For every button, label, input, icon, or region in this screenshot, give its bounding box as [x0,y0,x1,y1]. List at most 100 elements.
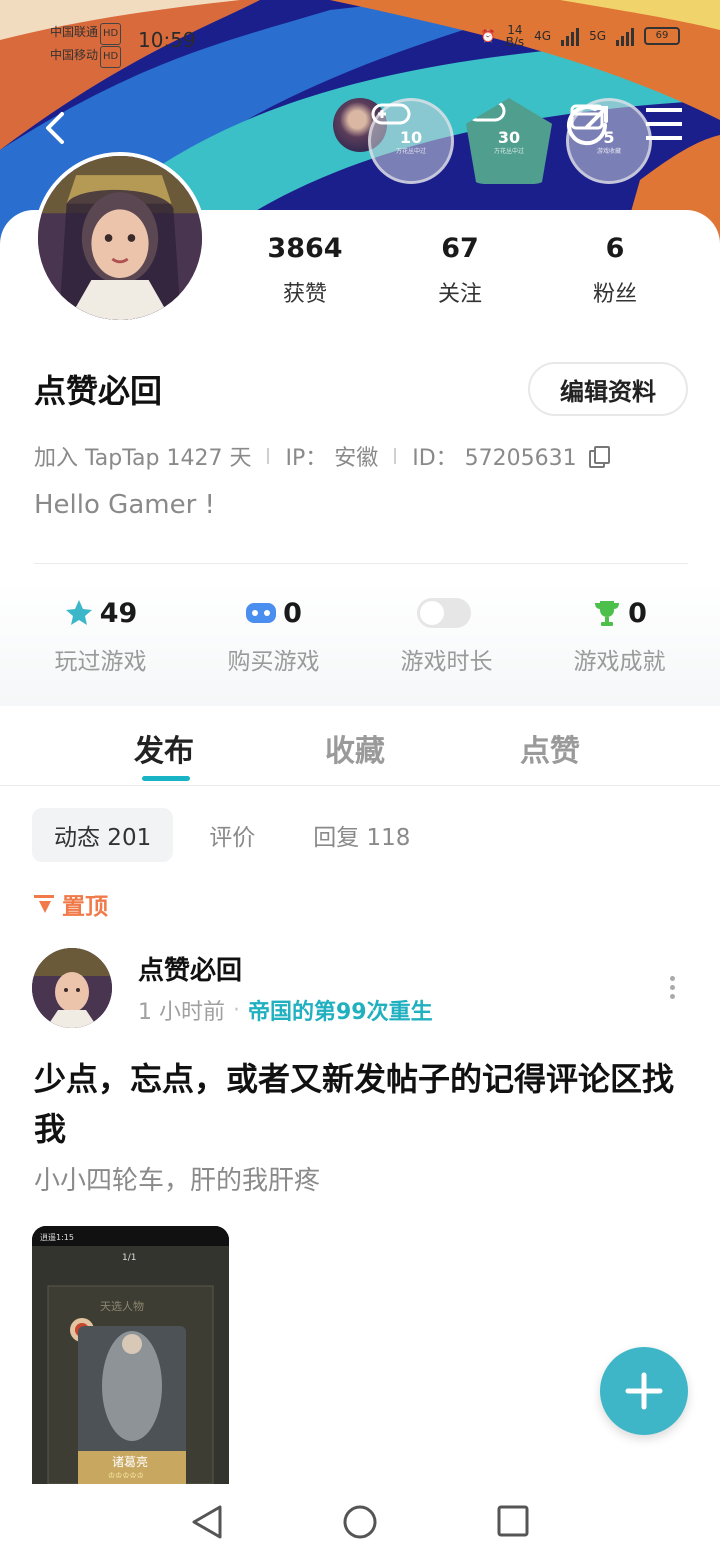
badge-played-10[interactable]: 10 万花丛中过 [368,98,454,184]
post-meta: 1 小时前 · 帝国的第99次重生 [138,994,433,1026]
tab-likes[interactable]: 点赞 [520,726,580,770]
ip-location: IP： 安徽 [285,446,379,471]
image-card-title: 天选人物 [100,1299,144,1313]
games-played[interactable]: 49 玩过游戏 [14,580,187,706]
profile-stats: 3864 获赞 67 关注 6 粉丝 [240,232,680,308]
signal-icon [561,26,580,46]
post-author-avatar[interactable] [32,948,112,1028]
pin-icon [34,893,56,915]
game-stats: 49 玩过游戏 0 购买游戏 游戏时长 0 游戏成就 [0,580,720,706]
speed-unit: B/s [505,35,525,49]
profile-name: 点赞必回 [34,372,163,410]
games-bought[interactable]: 0 购买游戏 [187,580,360,706]
system-nav-bar [0,1484,720,1560]
badge-sub: 万花丛中过 [395,147,426,155]
carrier1-label: 中国联通 [50,25,99,39]
pinned-label: 置顶 [34,887,108,921]
gamepad-icon [246,603,277,623]
signal-icon [616,26,634,46]
stat-value: 67 [441,233,479,264]
profile-bio: Hello Gamer ! [34,490,215,520]
nav-back-button[interactable] [190,1504,224,1544]
games-bought-value: 0 [283,597,302,629]
post-game-link[interactable]: 帝国的第99次重生 [248,994,433,1026]
network-4g-label: 4G [534,29,552,43]
games-played-label: 玩过游戏 [54,649,147,675]
stat-label: 关注 [437,282,482,307]
stat-label: 获赞 [282,282,327,307]
image-status-time: 逍遥1:15 [40,1232,74,1242]
subtab-reviews[interactable]: 评价 [187,808,277,862]
divider [34,563,688,564]
active-tab-indicator [142,776,190,781]
carrier-info: 中国联通 HD 中国移动 HD [50,22,122,68]
achievements[interactable]: 0 游戏成就 [533,580,706,706]
image-hero-name: 诸葛亮 [112,1454,148,1469]
games-played-value: 49 [99,597,138,629]
battery-icon: 69 [644,27,680,45]
hamburger-menu-icon [646,108,682,140]
back-arrow-icon [46,112,64,144]
menu-button[interactable] [644,106,684,142]
avatar[interactable] [34,152,206,324]
badge-num: 30 [497,127,521,147]
stat-value: 3864 [267,233,343,264]
plus-icon [625,1372,663,1410]
post-image-screenshot: 逍遥1:15 1/1 天选人物 诸葛亮 ♔♔♔♔♔ [32,1226,229,1484]
hd-badge: HD [100,46,122,68]
circle-home-icon [343,1505,377,1539]
status-bar: 中国联通 HD 中国移动 HD 10:59 ⏰ 14 B/s 4G 5G 69 [0,0,720,80]
network-5g-label: 5G [589,29,606,43]
meta-separator [267,448,270,464]
playtime-label: 游戏时长 [400,649,493,675]
playtime-toggle[interactable] [416,598,471,628]
stat-label: 粉丝 [592,282,637,307]
post-body[interactable]: 小小四轮车，肝的我肝疼 [34,1160,320,1197]
meta-separator [394,448,397,464]
avatar-image [32,948,112,1028]
content-tabs: 发布 收藏 点赞 [0,706,720,786]
badge-num: 10 [399,127,423,147]
user-id: ID： 57205631 [412,446,577,471]
copy-icon[interactable] [588,446,610,468]
more-options-icon[interactable] [666,976,678,1002]
games-bought-label: 购买游戏 [227,649,320,675]
play-time[interactable]: 游戏时长 [360,580,533,706]
sub-tabs: 动态 201 评价 回复 118 [32,808,446,862]
badge-sub: 万花丛中过 [493,147,524,155]
stat-likes[interactable]: 3864 获赞 [240,232,370,308]
star-icon [65,600,92,625]
subtab-replies[interactable]: 回复 118 [291,808,432,862]
share-button[interactable] [565,103,611,149]
square-recents-icon [497,1505,529,1537]
nav-home-button[interactable] [342,1504,378,1544]
achievements-value: 0 [628,597,647,629]
subtab-moments[interactable]: 动态 201 [32,808,174,862]
post-author-name[interactable]: 点赞必回 [138,950,242,987]
post-image[interactable]: 逍遥1:15 1/1 天选人物 诸葛亮 ♔♔♔♔♔ [32,1226,229,1484]
stat-followers[interactable]: 6 粉丝 [550,232,680,308]
status-time: 10:59 [138,28,196,52]
avatar-image [38,156,202,320]
stat-value: 6 [605,233,625,264]
achievements-label: 游戏成就 [573,649,666,675]
share-icon [567,105,608,146]
nav-recents-button[interactable] [496,1504,530,1542]
tab-posts[interactable]: 发布 [134,726,194,770]
net-speed: 14 B/s [506,24,525,48]
trophy-icon [595,601,620,626]
edit-profile-button[interactable]: 编辑资料 [528,362,688,416]
create-post-button[interactable] [600,1347,688,1435]
back-button[interactable] [38,108,78,148]
image-rank-stars: ♔♔♔♔♔ [108,1471,144,1480]
hd-badge: HD [100,23,122,45]
carrier2-label: 中国移动 [50,48,99,62]
post-title[interactable]: 少点，忘点，或者又新发帖子的记得评论区找我 [34,1054,684,1154]
join-days: 加入 TapTap 1427 天 [34,446,252,471]
image-page-indicator: 1/1 [122,1253,136,1263]
status-icons: ⏰ 14 B/s 4G 5G 69 [481,24,680,48]
tab-favorites[interactable]: 收藏 [325,726,385,770]
meta-dot: · [233,997,240,1023]
stat-following[interactable]: 67 关注 [395,232,525,308]
gamepad-icon [371,103,411,125]
